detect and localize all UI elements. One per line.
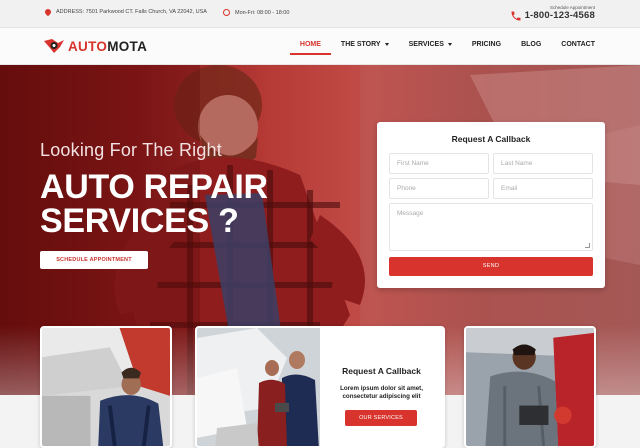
nav-services-label: SERVICES [408, 41, 444, 48]
nav-blog-label: BLOG [521, 41, 542, 48]
chevron-down-icon [384, 43, 389, 46]
callback-form-title: Request A Callback [451, 134, 531, 144]
mechanic-car-image [42, 328, 170, 446]
address-info: ADDRESS: 7501 Parkwood CT. Falls Church,… [43, 7, 207, 17]
nav-contact-label: CONTACT [561, 41, 595, 48]
phone-icon [511, 11, 521, 21]
nav-home-label: HOME [299, 41, 321, 48]
location-pin-icon [43, 7, 53, 17]
schedule-phone[interactable]: Schedule Appointment 1-800-123-4568 [525, 5, 595, 21]
hero-title-line1: AUTO REPAIR [40, 168, 268, 206]
schedule-appointment-button[interactable]: SCHEDULE APPOINTMENT [40, 251, 148, 269]
nav-the-story[interactable]: THE STORY [341, 41, 389, 48]
message-field[interactable]: Message [389, 203, 593, 251]
card-title: Request A Callback [342, 366, 421, 376]
callback-form: Request A Callback First Name Last Name … [377, 122, 605, 288]
email-field[interactable]: Email [493, 178, 593, 199]
nav-the-story-label: THE STORY [340, 41, 381, 48]
mechanic-engine-image [466, 328, 594, 446]
nav-blog[interactable]: BLOG [521, 41, 541, 48]
card-mechanic-right[interactable] [464, 326, 596, 448]
nav-pricing-label: PRICING [471, 41, 502, 48]
nav-contact[interactable]: CONTACT [561, 41, 595, 48]
first-name-field[interactable]: First Name [389, 153, 489, 174]
resize-handle-icon[interactable] [585, 243, 590, 248]
chevron-down-icon [447, 43, 452, 46]
hero-subtitle: Looking For The Right [40, 140, 222, 160]
logo-text-auto: AUTO [68, 38, 108, 54]
card-request-callback: Request A Callback Lorem ipsum dolor sit… [195, 326, 445, 448]
hero-title-line2: SERVICES ? [40, 202, 239, 240]
hero-title: AUTO REPAIR SERVICES ? [40, 170, 268, 238]
site-logo[interactable]: AUTOMOTA [43, 38, 147, 54]
primary-nav: HOME THE STORY SERVICES PRICING BLOG CON… [280, 41, 595, 55]
message-placeholder: Message [397, 210, 424, 217]
top-info-bar: ADDRESS: 7501 Parkwood CT. Falls Church,… [0, 0, 640, 28]
phone-number[interactable]: 1-800-123-4568 [525, 10, 595, 21]
logo-icon [44, 39, 64, 53]
nav-home[interactable]: HOME [289, 41, 331, 55]
nav-pricing[interactable]: PRICING [472, 41, 501, 48]
mechanics-team-image [197, 328, 322, 446]
card-body-text: Lorem ipsum dolor sit amet, consectetur … [340, 385, 423, 400]
clock-icon [223, 9, 230, 16]
send-button[interactable]: SEND [389, 257, 593, 276]
phone-field[interactable]: Phone [389, 178, 489, 199]
card-mechanic-left[interactable] [40, 326, 172, 448]
hours-text: Mon-Fri: 08:00 - 18:00 [235, 9, 290, 16]
hours-info: Mon-Fri: 08:00 - 18:00 [223, 9, 289, 16]
callback-card-content: Request A Callback Lorem ipsum dolor sit… [320, 328, 443, 446]
our-services-button[interactable]: OUR SERVICES [345, 410, 417, 426]
address-text: ADDRESS: 7501 Parkwood CT. Falls Church,… [56, 9, 207, 15]
main-navbar: AUTOMOTA HOME THE STORY SERVICES PRICING… [0, 28, 640, 65]
last-name-field[interactable]: Last Name [493, 153, 593, 174]
nav-services[interactable]: SERVICES [409, 41, 452, 48]
logo-text-mota: MOTA [107, 38, 148, 54]
